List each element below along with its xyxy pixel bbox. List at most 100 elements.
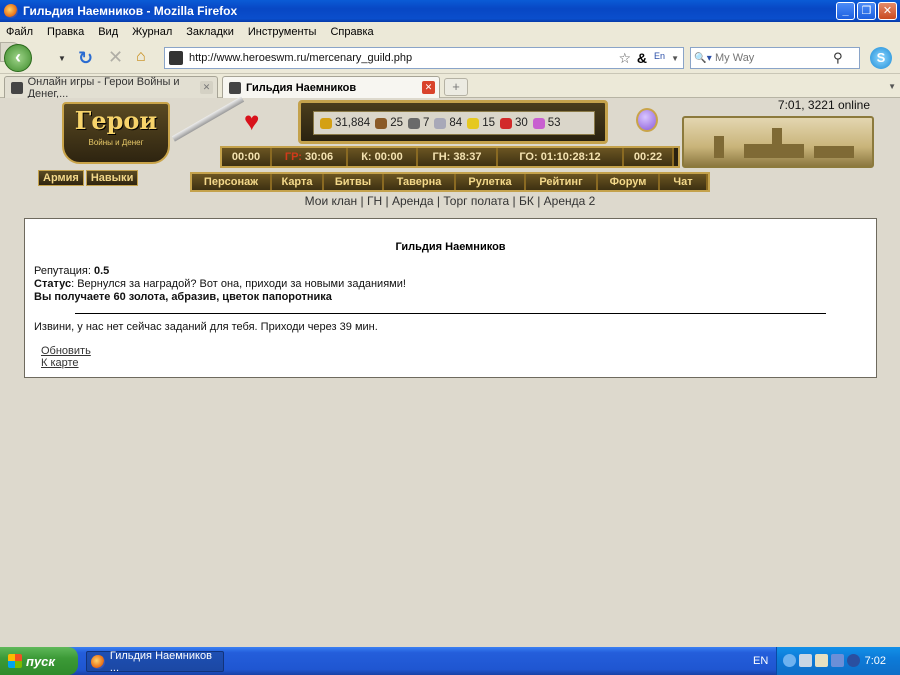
timer-bar: 00:00 ГР: 30:06 К: 00:00 ГН: 38:37 ГО: 0… [220, 146, 680, 168]
nav-skills[interactable]: Навыки [85, 170, 139, 186]
tab-online-games[interactable]: Онлайн игры - Герои Войны и Денег,... ✕ [4, 75, 218, 100]
tab-favicon-icon [11, 81, 23, 94]
tab-bar: Онлайн игры - Герои Войны и Денег,... ✕ … [0, 74, 900, 100]
status-label: Статус [34, 278, 72, 290]
ore-value: 7 [422, 117, 430, 129]
firefox-icon [91, 654, 105, 669]
gold-value: 31,884 [335, 117, 371, 129]
ore-icon [407, 117, 420, 129]
guild-content-box: Гильдия Наемников Репутация: 0.5 Статус:… [24, 218, 877, 378]
tab-close-icon[interactable]: ✕ [200, 81, 213, 94]
nav-army[interactable]: Армия [38, 170, 84, 186]
network-tray-icon[interactable] [799, 654, 812, 667]
nav-map[interactable]: Карта [272, 174, 324, 190]
menu-file[interactable]: Файл [6, 26, 33, 38]
search-box[interactable]: 🔍▾ ⚲ [690, 47, 860, 69]
stop-icon[interactable]: ✕ [108, 47, 123, 68]
url-dropdown-icon[interactable]: ▼ [671, 54, 679, 63]
skype-icon[interactable]: S [870, 47, 892, 69]
navigation-toolbar: ‹ › ▼ ↻ ✕ ⌂ http://www.heroeswm.ru/merce… [0, 42, 900, 74]
minimize-button[interactable]: _ [836, 2, 855, 20]
link-my-clan[interactable]: Мои клан [305, 194, 358, 208]
link-bk[interactable]: БК [519, 194, 534, 208]
nav-character[interactable]: Персонаж [192, 174, 272, 190]
close-window-button[interactable]: ✕ [878, 2, 897, 20]
nav-chat[interactable]: Чат [660, 174, 708, 190]
resource-panel: 31,884 25 7 84 15 30 53 [298, 100, 608, 144]
timer-gr: ГР: 30:06 [272, 148, 348, 166]
page-title: Гильдия Наемников [395, 241, 506, 253]
tab-mercenary-guild[interactable]: Гильдия Наемников ✕ [222, 76, 440, 98]
wood-icon [375, 117, 388, 129]
no-tasks-text: Извини, у нас нет сейчас заданий для теб… [34, 321, 378, 333]
nav-roulette[interactable]: Рулетка [456, 174, 526, 190]
link-gn[interactable]: ГН [367, 194, 382, 208]
game-logo[interactable]: Герои Войны и Денег [62, 102, 170, 164]
taskbar-item-firefox[interactable]: Гильдия Наемников ... [86, 649, 224, 674]
side-nav: Армия Навыки [38, 170, 139, 186]
timer-k: К: 00:00 [348, 148, 418, 166]
reload-icon[interactable]: ↻ [78, 48, 93, 69]
menu-view[interactable]: Вид [98, 26, 118, 38]
reward-text: Вы получаете 60 золота, абразив, цветок … [34, 291, 332, 303]
main-nav: Персонаж Карта Битвы Таверна Рулетка Рей… [190, 172, 710, 192]
language-icon[interactable]: En [654, 51, 665, 61]
url-text[interactable]: http://www.heroeswm.ru/mercenary_guild.p… [189, 52, 412, 64]
link-rent-2[interactable]: Аренда 2 [544, 194, 596, 208]
link-rent[interactable]: Аренда [392, 194, 434, 208]
search-icon[interactable]: ⚲ [833, 50, 843, 66]
menu-bookmarks[interactable]: Закладки [186, 26, 234, 38]
logo-title: Герои [74, 106, 158, 135]
menu-history[interactable]: Журнал [132, 26, 172, 38]
crystal-value: 30 [514, 117, 528, 129]
timer-go: ГО: 01:10:28:12 [498, 148, 624, 166]
info-tray-icon[interactable] [847, 654, 860, 667]
back-arrow-tray-icon[interactable] [783, 654, 796, 667]
refresh-link[interactable]: Обновить [41, 345, 91, 357]
search-engine-icon[interactable]: 🔍▾ [691, 53, 715, 64]
taskbar: пуск Гильдия Наемников ... EN 7:02 [0, 647, 900, 675]
status-line: Статус: Вернулся за наградой? Вот она, п… [34, 278, 406, 290]
volume-tray-icon[interactable] [815, 654, 828, 667]
tab-label: Гильдия Наемников [246, 81, 357, 94]
link-trade[interactable]: Торг полата [443, 194, 509, 208]
maximize-button[interactable]: ❐ [857, 2, 876, 20]
timer-6: 00:22 [624, 148, 674, 166]
back-button[interactable]: ‹ [4, 44, 32, 72]
heart-icon[interactable]: ♥ [244, 106, 259, 136]
nav-forum[interactable]: Форум [598, 174, 660, 190]
shield-tray-icon[interactable] [831, 654, 844, 667]
menu-bar: Файл Правка Вид Журнал Закладки Инструме… [0, 22, 900, 42]
timer-1: 00:00 [222, 148, 272, 166]
nav-tavern[interactable]: Таверна [384, 174, 456, 190]
start-button[interactable]: пуск [0, 647, 78, 675]
language-indicator[interactable]: EN [753, 655, 768, 667]
system-tray: 7:02 [776, 647, 900, 675]
bookmark-star-icon[interactable]: ☆ [618, 50, 631, 67]
to-map-link[interactable]: К карте [41, 357, 79, 369]
mana-orb-icon[interactable] [636, 108, 658, 132]
tab-close-icon[interactable]: ✕ [422, 81, 435, 94]
url-bar[interactable]: http://www.heroeswm.ru/mercenary_guild.p… [164, 47, 684, 69]
home-icon[interactable]: ⌂ [136, 48, 146, 66]
new-tab-button[interactable]: + [444, 78, 468, 96]
menu-edit[interactable]: Правка [47, 26, 84, 38]
mercury-icon [434, 117, 447, 129]
history-dropdown-icon[interactable]: ▼ [58, 54, 66, 63]
status-text: : Вернулся за наградой? Вот она, приходи… [71, 278, 406, 290]
ampersand-icon[interactable]: & [637, 50, 647, 66]
tab-list-icon[interactable]: ▼ [888, 82, 896, 91]
menu-tools[interactable]: Инструменты [248, 26, 317, 38]
sword-icon [171, 96, 245, 142]
gold-icon [320, 117, 332, 129]
sulfur-value: 15 [482, 117, 495, 129]
search-input[interactable] [715, 52, 833, 64]
sub-links: Мои клан | ГН | Аренда | Торг полата | Б… [304, 194, 596, 208]
timer-gn: ГН: 38:37 [418, 148, 498, 166]
castle-banner [682, 116, 874, 168]
nav-rating[interactable]: Рейтинг [526, 174, 598, 190]
tab-label: Онлайн игры - Герои Войны и Денег,... [27, 75, 180, 100]
taskbar-item-label: Гильдия Наемников ... [109, 649, 212, 674]
nav-battles[interactable]: Битвы [324, 174, 384, 190]
menu-help[interactable]: Справка [330, 26, 373, 38]
